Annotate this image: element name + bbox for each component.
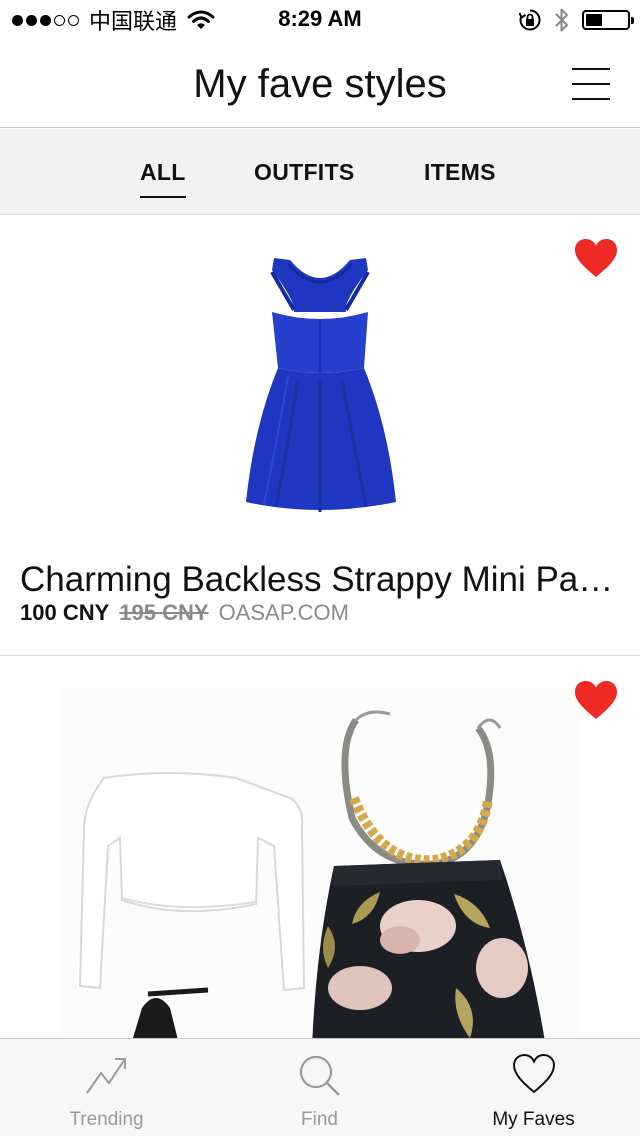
- product-title[interactable]: Charming Backless Strappy Mini Pa…: [20, 560, 620, 600]
- bluetooth-icon: [555, 8, 568, 32]
- tab-all[interactable]: ALL: [140, 159, 186, 198]
- tab-outfits[interactable]: OUTFITS: [254, 159, 354, 186]
- tab-trending[interactable]: Trending: [0, 1039, 213, 1136]
- tab-find[interactable]: Find: [213, 1039, 426, 1136]
- active-tab-indicator: [140, 196, 186, 198]
- tab-my-faves[interactable]: My Faves: [427, 1039, 640, 1136]
- tab-my-faves-label: My Faves: [492, 1109, 575, 1130]
- store-name[interactable]: OASAP.COM: [219, 600, 349, 626]
- tab-items-label: ITEMS: [424, 159, 496, 185]
- tab-all-label: ALL: [140, 159, 186, 185]
- outfit-collage-image: [60, 688, 580, 1038]
- heart-outline-icon: [512, 1053, 555, 1094]
- price-row: 100 CNY 195 CNY OASAP.COM: [20, 600, 349, 626]
- trending-icon: [85, 1058, 126, 1094]
- product-image-blue-dress: [246, 258, 396, 512]
- bottom-tab-bar: Trending Find My Faves: [0, 1038, 640, 1136]
- search-icon: [299, 1055, 340, 1096]
- favorite-heart-icon[interactable]: [574, 238, 618, 278]
- favorite-heart-icon[interactable]: [574, 680, 618, 720]
- rotation-lock-icon: [518, 9, 541, 31]
- current-price: 100 CNY: [20, 600, 110, 625]
- nav-header: My fave styles: [0, 40, 640, 128]
- product-card[interactable]: Charming Backless Strappy Mini Pa… 100 C…: [0, 216, 640, 656]
- status-bar: 中国联通 8:29 AM: [0, 0, 640, 40]
- status-bar-right: [518, 6, 634, 34]
- tab-trending-label: Trending: [69, 1109, 144, 1130]
- outfit-card[interactable]: [0, 658, 640, 1038]
- tab-outfits-label: OUTFITS: [254, 159, 355, 185]
- original-price: 195 CNY: [119, 600, 209, 625]
- tab-find-label: Find: [301, 1109, 338, 1130]
- filter-tabs: ALL OUTFITS ITEMS: [0, 129, 640, 215]
- page-title: My fave styles: [193, 62, 447, 106]
- battery-icon: [582, 10, 634, 30]
- hamburger-menu-icon[interactable]: [572, 68, 610, 100]
- tab-items[interactable]: ITEMS: [424, 159, 496, 186]
